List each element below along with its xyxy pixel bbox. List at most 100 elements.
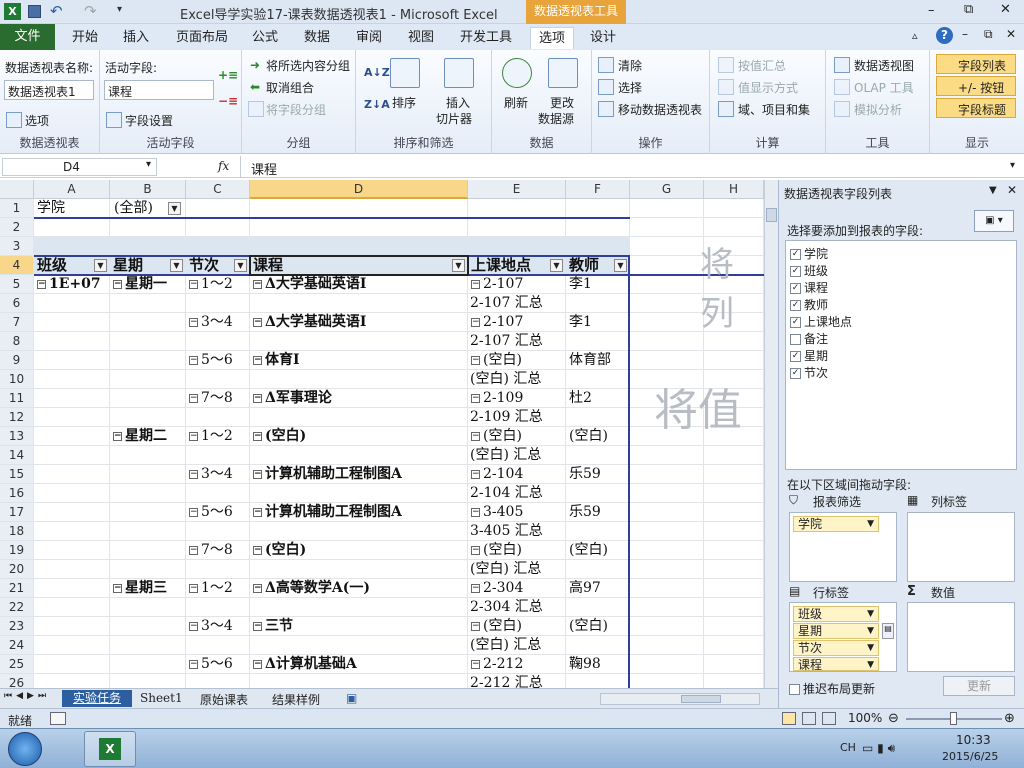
pivot-cell-e[interactable]: 2-107 汇总 [470,294,543,313]
help-icon[interactable]: ? [936,27,953,44]
sheet-tab-task[interactable]: 实验任务 [62,690,132,707]
pivot-cell-c[interactable]: −5～6 [189,351,233,370]
active-field-input[interactable]: 课程 [104,80,214,100]
formula-input[interactable]: 课程 [240,156,1010,178]
minimize-ribbon-icon[interactable]: ▵ [912,29,918,42]
row-header-2[interactable]: 2 [0,218,34,237]
collapse-toggle-icon[interactable]: − [471,659,480,669]
summarize-button[interactable]: 按值汇总 [738,57,786,74]
row-header-9[interactable]: 9 [0,351,34,370]
row-header-21[interactable]: 21 [0,579,34,598]
sheet-tab-original[interactable]: 原始课表 [200,691,248,708]
pivot-cell-e[interactable]: 2-304 汇总 [470,598,543,617]
collapse-toggle-icon[interactable]: − [253,355,262,365]
worksheet-grid[interactable]: A B C D E F G H 1 2 3 4 5 6 7 8 9 10 11 12 13 14 15 16 17 18 19 20 2… [0,180,764,688]
collapse-toggle-icon[interactable]: − [113,583,122,593]
field-settings-button[interactable]: 字段设置 [125,112,173,129]
row-header-12[interactable]: 12 [0,408,34,427]
header-dropdown-e[interactable]: ▼ [550,259,563,272]
sort-button[interactable]: 排序 [392,94,416,111]
field-6[interactable]: ✓ 星期 [790,347,828,364]
collapse-toggle-icon[interactable]: − [189,469,198,479]
pivot-cell-d[interactable]: − 体育Ⅰ [253,351,300,370]
field-3[interactable]: ✓ 教师 [790,296,828,313]
normal-view-icon[interactable] [782,712,796,725]
language-indicator[interactable]: CH [840,741,856,754]
collapse-toggle-icon[interactable]: − [189,507,198,517]
collapse-toggle-icon[interactable]: − [471,355,480,365]
field-7[interactable]: ✓ 节次 [790,364,828,381]
clock-date[interactable]: 2015/6/25 [942,750,998,763]
pivot-cell-e[interactable]: (空白) 汇总 [470,446,541,465]
collapse-toggle-icon[interactable]: − [253,393,262,403]
tab-design[interactable]: 设计 [584,27,622,49]
start-button[interactable] [8,732,42,766]
fields-items-button[interactable]: 域、项目和集 [738,101,810,118]
row-header-24[interactable]: 24 [0,636,34,655]
header-dropdown-c[interactable]: ▼ [234,259,247,272]
pivot-cell-f[interactable]: (空白) [569,427,608,446]
group-selection-button[interactable]: 将所选内容分组 [266,57,350,74]
collapse-toggle-icon[interactable]: − [189,393,198,403]
pivot-cell-d[interactable]: − 三节 [253,617,293,636]
collapse-toggle-icon[interactable]: − [253,507,262,517]
pivot-cell-c[interactable]: −7～8 [189,541,233,560]
vertical-scrollbar[interactable] [764,180,778,688]
row-header-22[interactable]: 22 [0,598,34,617]
row-header-26[interactable]: 26 [0,674,34,688]
filter-value-all[interactable]: (全部) [114,199,153,218]
row-chip-class[interactable]: 班级 ▼ [793,606,879,622]
collapse-toggle-icon[interactable]: − [189,583,198,593]
row-header-3[interactable]: 3 [0,237,34,256]
pivot-cell-f[interactable]: (空白) [569,541,608,560]
field-checkbox[interactable]: ✓ [790,266,801,277]
collapse-toggle-icon[interactable]: − [189,545,198,555]
row-header-1[interactable]: 1 [0,199,34,218]
field-2[interactable]: ✓ 课程 [790,279,828,296]
qat-customize-icon[interactable]: ▾ [117,4,122,15]
collapse-field-icon[interactable]: −≡ [218,94,238,108]
filter-chip-college[interactable]: 学院 ▼ [793,516,879,532]
column-header-D[interactable]: D [250,180,468,199]
sheet-tab-sample[interactable]: 结果样例 [272,691,320,708]
horizontal-scrollbar[interactable] [600,693,760,705]
sort-descending-icon[interactable]: Z↓A [364,98,390,111]
doc-minimize-button[interactable]: – [962,27,968,41]
undo-icon[interactable]: ↶ [50,2,63,20]
collapse-toggle-icon[interactable]: − [189,317,198,327]
field-checkbox[interactable]: ✓ [790,283,801,294]
header-dropdown-d[interactable]: ▼ [452,259,465,272]
tab-view[interactable]: 视图 [404,27,438,49]
pivot-cell-f[interactable]: 体育部 [569,351,611,370]
select-button[interactable]: 选择 [618,79,642,96]
row-header-15[interactable]: 15 [0,465,34,484]
pivot-cell-e[interactable]: − (空白) [471,427,522,446]
field-checkbox[interactable]: ✓ [790,249,801,260]
pivot-cell-c[interactable]: −3～4 [189,617,233,636]
row-chip-course[interactable]: 课程 ▼ [793,657,879,672]
options-button[interactable]: 选项 [25,112,49,129]
excel-app-icon[interactable]: X [4,3,21,20]
name-box-dropdown-icon[interactable]: ▾ [146,159,151,170]
fx-icon[interactable]: fx [218,159,229,173]
taskbar-excel[interactable]: X [84,731,136,767]
row-header-16[interactable]: 16 [0,484,34,503]
field-4[interactable]: ✓ 上课地点 [790,313,852,330]
pivot-cell-e[interactable]: (空白) 汇总 [470,370,541,389]
panel-close-icon[interactable]: ✕ [1007,183,1017,197]
ungroup-button[interactable]: 取消组合 [266,79,314,96]
collapse-toggle-icon[interactable]: − [471,545,480,555]
pivot-cell-e[interactable]: −2-107 [471,275,523,294]
pivot-cell-e[interactable]: 2-212 汇总 [470,674,543,688]
collapse-toggle-icon[interactable]: − [471,317,480,327]
collapse-toggle-icon[interactable]: − [471,507,480,517]
pivot-cell-f[interactable]: 杜2 [569,389,592,408]
zoom-level[interactable]: 100% [848,711,882,725]
collapse-toggle-icon[interactable]: − [253,431,262,441]
pivot-cell-d[interactable]: − 计算机辅助工程制图A [253,503,402,522]
collapse-toggle-icon[interactable]: − [471,431,480,441]
row-header-14[interactable]: 14 [0,446,34,465]
pivot-cell-b[interactable]: − 星期二 [113,427,167,446]
row-area-scroll[interactable]: ▤ [882,623,894,639]
select-all-corner[interactable] [0,180,34,199]
